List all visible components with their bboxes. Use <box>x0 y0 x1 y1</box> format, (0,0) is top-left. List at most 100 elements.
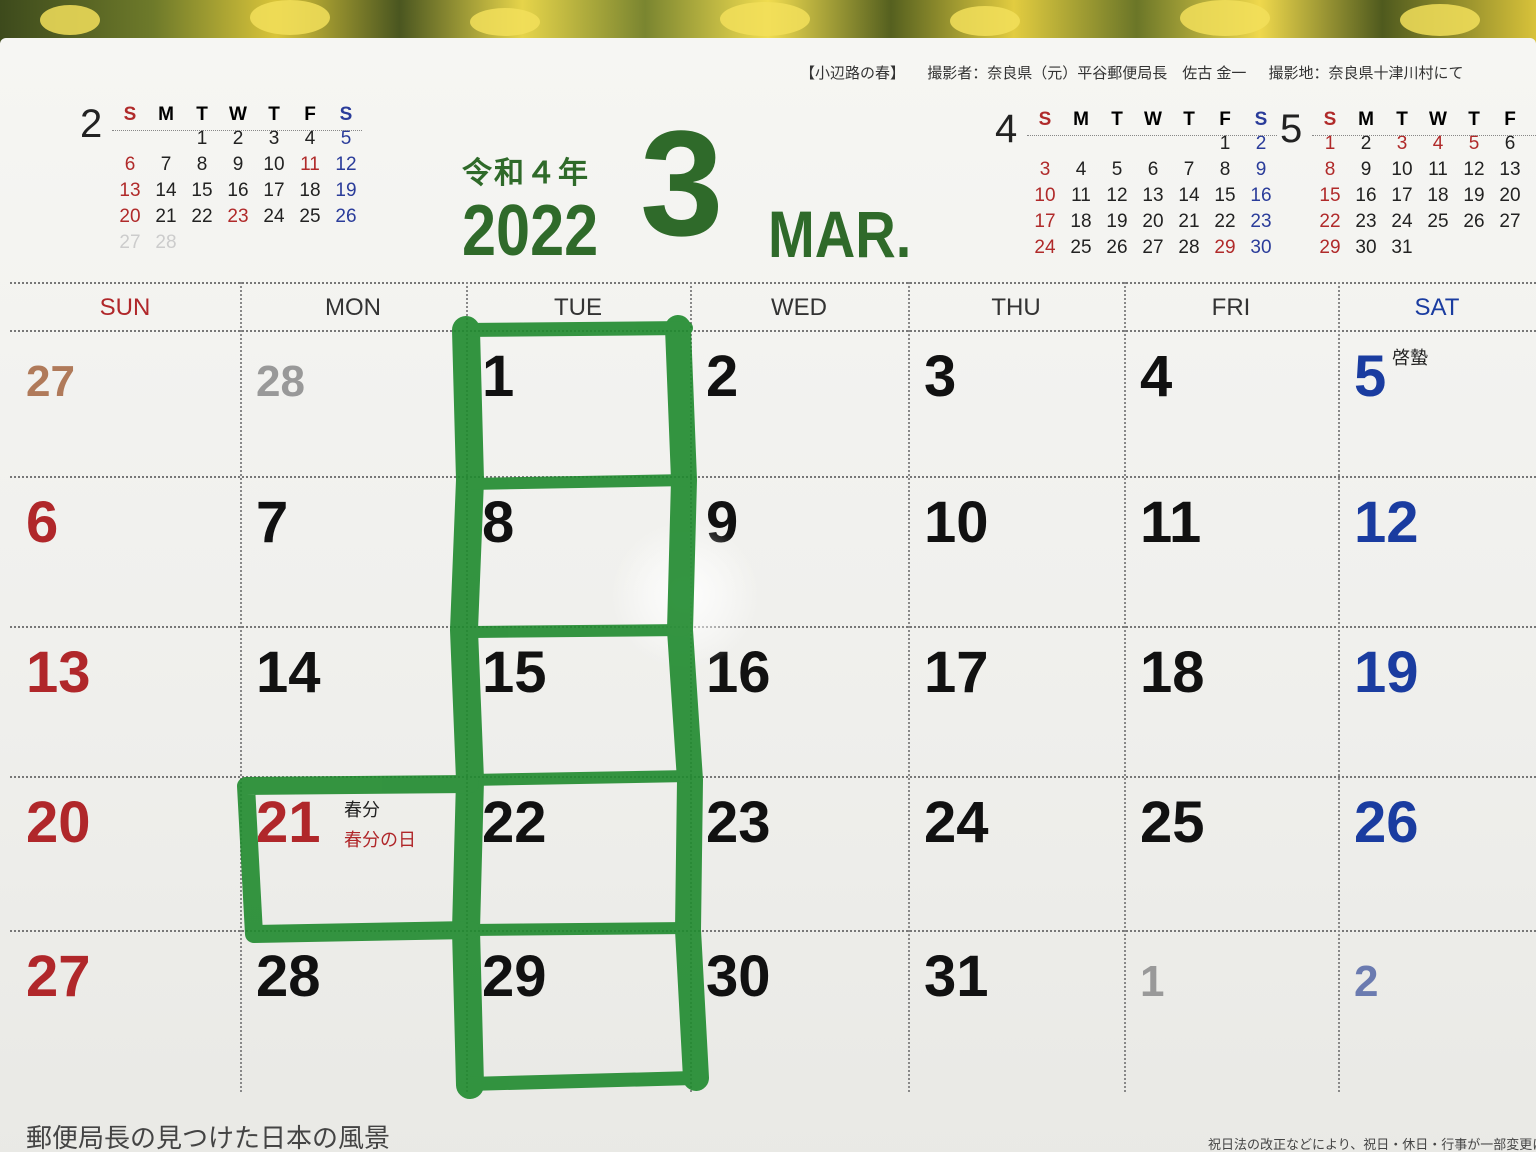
credit-location: 撮影地：奈良県十津川村にて <box>1268 65 1464 82</box>
day-cell[interactable]: 29 <box>466 930 690 1080</box>
mini-day: 27 <box>119 232 141 253</box>
mini-day: 17 <box>263 180 285 201</box>
mini-weekday: S <box>1323 109 1337 130</box>
mini-day: 23 <box>227 206 249 227</box>
day-cell[interactable]: 31 <box>908 930 1124 1080</box>
mini-day: 21 <box>155 206 177 227</box>
mini-day: 29 <box>1319 237 1341 258</box>
day-cell[interactable]: 5 啓蟄 <box>1338 330 1536 480</box>
day-cell[interactable]: 13 <box>10 626 240 776</box>
mini-weekday: T <box>1396 109 1408 130</box>
day-cell[interactable]: 2 <box>1338 930 1536 1080</box>
day-cell[interactable]: 28 <box>240 330 466 480</box>
weekday-header-thu: THU <box>991 294 1041 321</box>
mini-day: 26 <box>335 206 357 227</box>
mini-weekday: T <box>1468 109 1480 130</box>
mini-day: 24 <box>263 206 285 227</box>
mini-weekday: T <box>196 104 208 125</box>
mini-day: 20 <box>1499 185 1521 206</box>
day-cell[interactable]: 1 <box>466 330 690 480</box>
mini-day: 18 <box>299 180 321 201</box>
day-cell[interactable]: 1 <box>1124 930 1338 1080</box>
day-cell[interactable]: 11 <box>1124 476 1338 626</box>
day-number: 1 <box>482 344 515 409</box>
day-number: 12 <box>1354 490 1419 555</box>
mini-day: 26 <box>1463 211 1485 232</box>
mini-day: 15 <box>191 180 213 201</box>
day-cell[interactable]: 7 <box>240 476 466 626</box>
mini-day: 8 <box>1324 159 1336 180</box>
mini-day: 9 <box>232 154 244 175</box>
mini-day: 31 <box>1391 237 1413 258</box>
mini-day: 19 <box>335 180 357 201</box>
day-number: 8 <box>482 490 515 555</box>
mini-day: 19 <box>1463 185 1485 206</box>
day-cell[interactable]: 4 <box>1124 330 1338 480</box>
mini-weekday: M <box>158 104 174 125</box>
mini-day: 3 <box>1039 159 1051 180</box>
day-cell[interactable]: 12 <box>1338 476 1536 626</box>
mini-day <box>292 230 328 256</box>
mini-weekday: S <box>1528 109 1536 131</box>
day-cell[interactable]: 18 <box>1124 626 1338 776</box>
mini-day <box>220 230 256 256</box>
day-cell[interactable]: 3 <box>908 330 1124 480</box>
day-cell[interactable]: 25 <box>1124 776 1338 926</box>
mini-day: 8 <box>1219 159 1231 180</box>
day-cell[interactable]: 22 <box>466 776 690 926</box>
weekday-header-tue: TUE <box>554 294 602 321</box>
day-cell[interactable]: 27 <box>10 330 240 480</box>
day-cell[interactable]: 24 <box>908 776 1124 926</box>
day-number: 21 <box>256 790 321 855</box>
mini-day: 24 <box>1391 211 1413 232</box>
mini-day: 22 <box>1214 211 1236 232</box>
day-cell[interactable]: 28 <box>240 930 466 1080</box>
day-number: 24 <box>924 790 989 855</box>
day-number: 20 <box>26 790 91 855</box>
mini-day: 13 <box>1499 159 1521 180</box>
weekday-header-mon: MON <box>325 294 381 321</box>
mini-day: 13 <box>1142 185 1164 206</box>
day-number: 27 <box>26 944 91 1009</box>
mini-day: 30 <box>1355 237 1377 258</box>
day-cell[interactable]: 19 <box>1338 626 1536 776</box>
day-cell[interactable]: 27 <box>10 930 240 1080</box>
day-cell[interactable]: 21 春分 春分の日 <box>240 776 466 926</box>
year-label: 2022 <box>462 191 599 271</box>
mini-days-grid: SMTWTFS123456789101112131415161718192021… <box>1027 109 1279 261</box>
day-cell[interactable]: 20 <box>10 776 240 926</box>
day-cell[interactable]: 30 <box>690 930 908 1080</box>
weekday-header-sun: SUN <box>99 294 151 321</box>
day-cell[interactable]: 26 <box>1338 776 1536 926</box>
day-cell[interactable]: 6 <box>10 476 240 626</box>
note-keichitsu: 啓蟄 <box>1392 348 1428 368</box>
day-cell[interactable]: 2 <box>690 330 908 480</box>
mini-day: 18 <box>1427 185 1449 206</box>
mini-day: 11 <box>1428 159 1448 180</box>
mini-month-number: 5 <box>1280 107 1303 151</box>
day-number: 2 <box>1354 957 1379 1006</box>
mini-day: 27 <box>1142 237 1164 258</box>
day-cell[interactable]: 14 <box>240 626 466 776</box>
mini-day <box>1528 235 1536 261</box>
mini-day: 28 <box>1528 209 1536 235</box>
mini-weekday: S <box>339 104 353 125</box>
day-cell[interactable]: 10 <box>908 476 1124 626</box>
day-number: 31 <box>924 944 989 1009</box>
mini-day: 21 <box>1178 211 1200 232</box>
mini-day: 15 <box>1319 185 1341 206</box>
day-number: 28 <box>256 944 321 1009</box>
footer-title: 郵便局長の見つけた日本の風景 <box>26 1123 391 1152</box>
mini-day: 27 <box>1499 211 1521 232</box>
mini-day: 10 <box>1391 159 1413 180</box>
month-grid: SUN MON TUE WED THU FRI SAT 27 28 1 2 3 4 5 啓蟄 6 7 8 9 10 11… <box>10 282 1536 1102</box>
day-cell[interactable]: 23 <box>690 776 908 926</box>
day-cell[interactable]: 17 <box>908 626 1124 776</box>
mini-day: 25 <box>1070 237 1092 258</box>
mini-weekday: W <box>1429 109 1447 130</box>
mini-day: 20 <box>1142 211 1164 232</box>
mini-day <box>1492 235 1528 261</box>
mini-day: 9 <box>1360 159 1372 180</box>
mini-day: 26 <box>1106 237 1128 258</box>
era-year-label: 令和４年 <box>462 157 590 190</box>
